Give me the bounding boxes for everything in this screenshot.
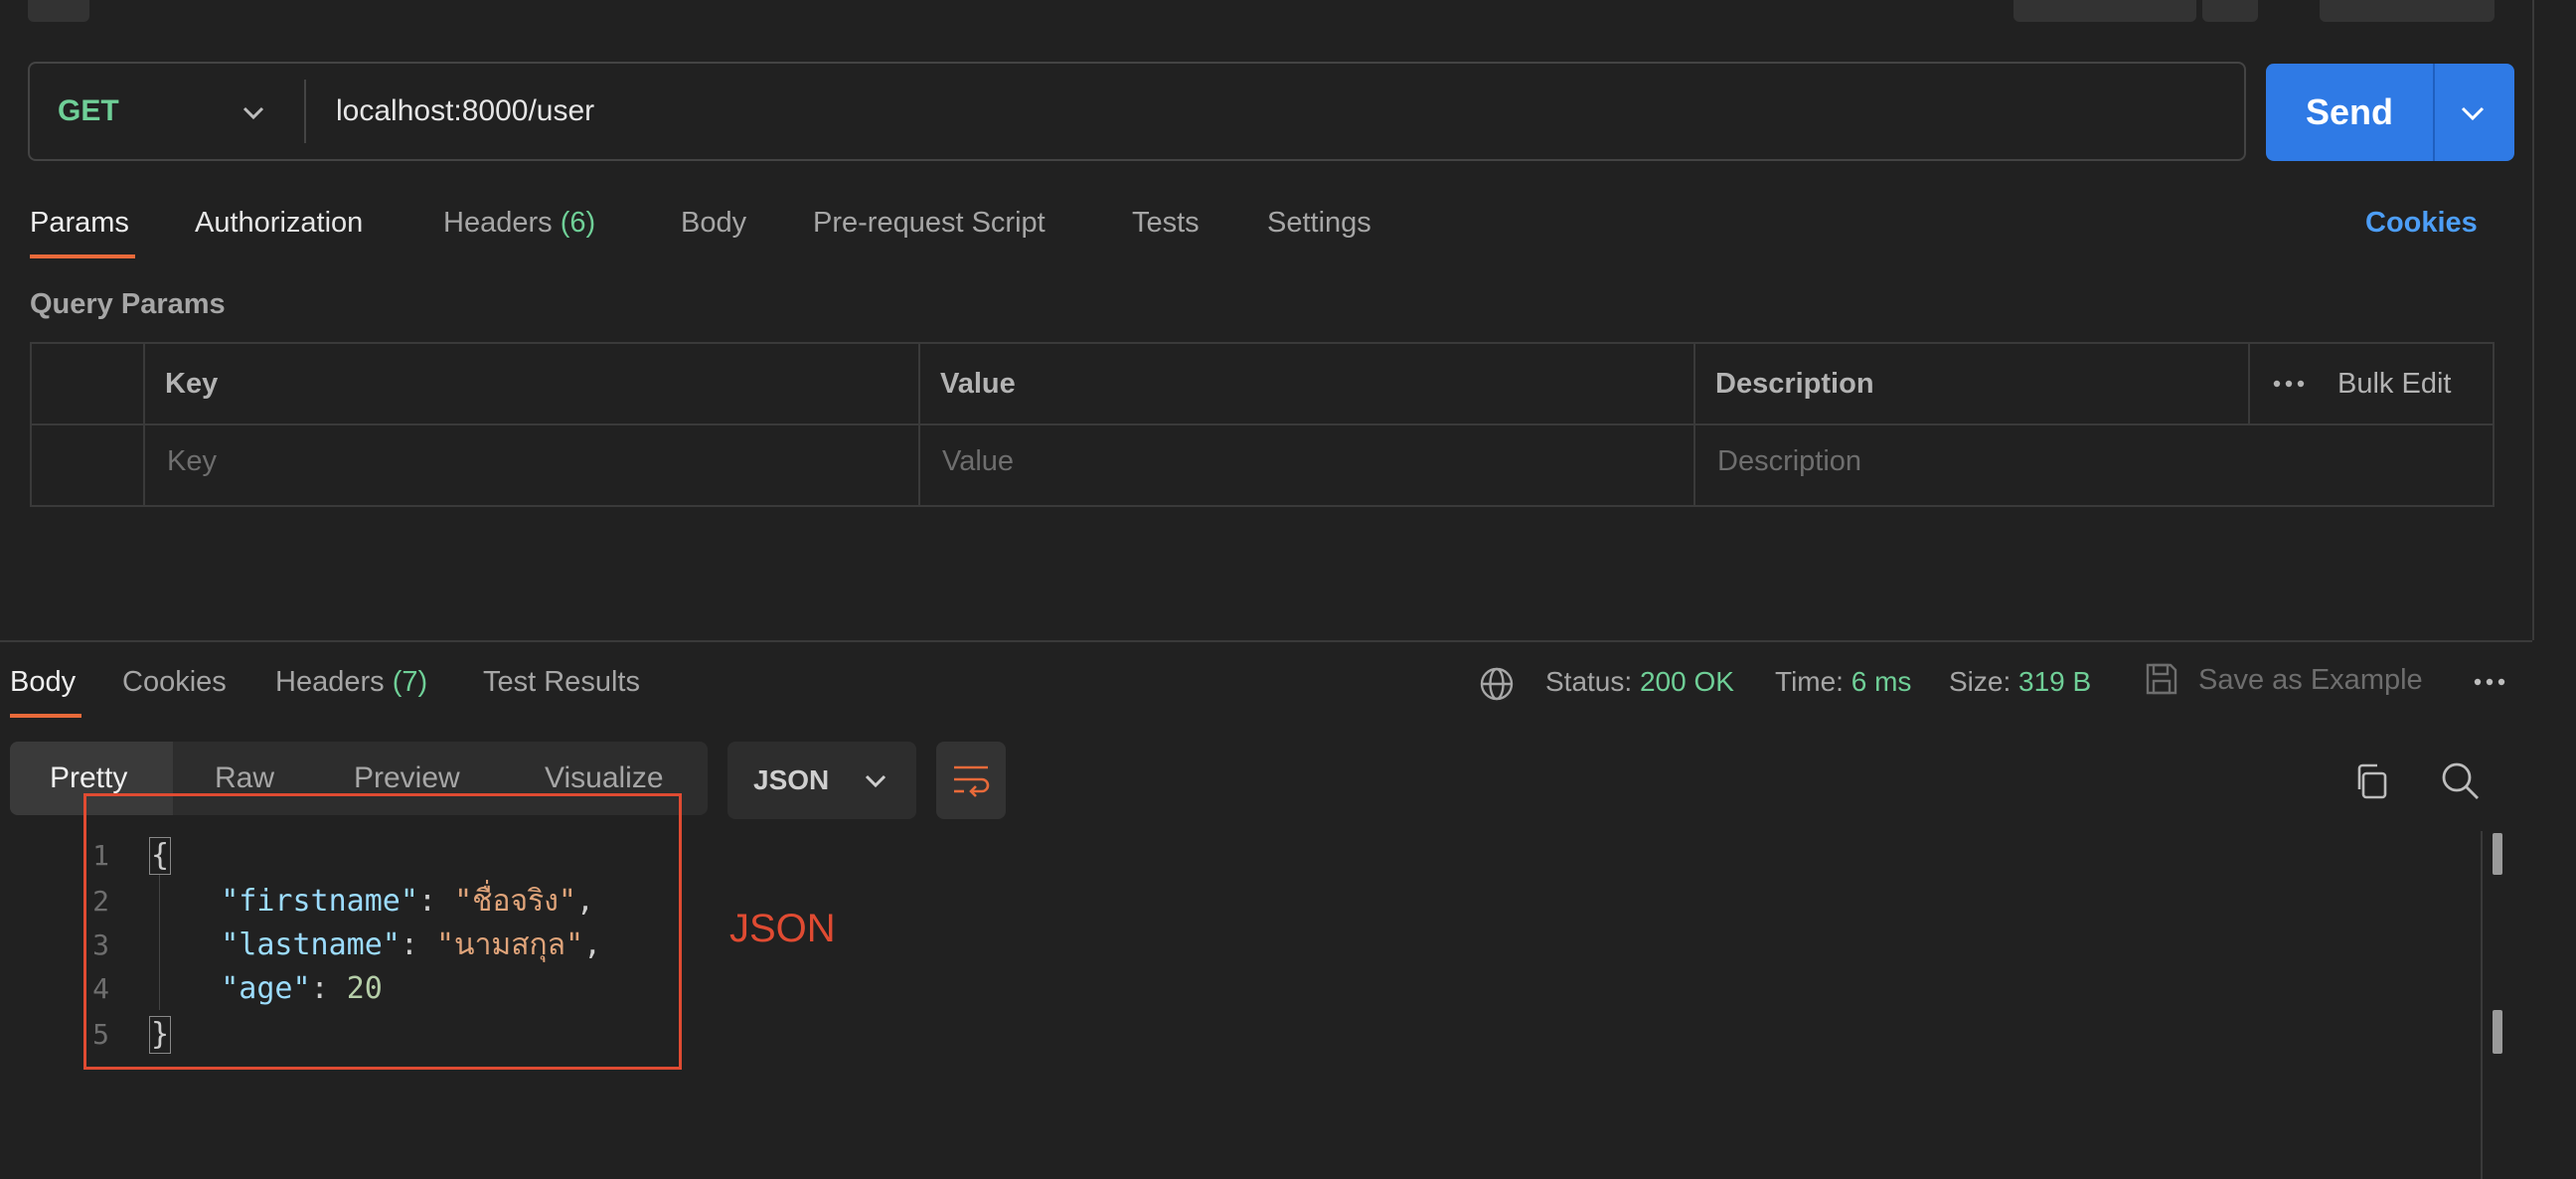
toolbar-stub xyxy=(2013,0,2196,22)
wrap-lines-button[interactable] xyxy=(936,742,1006,819)
pane-border xyxy=(2532,0,2534,640)
tab-label: Headers xyxy=(275,666,385,698)
size-value: 319 B xyxy=(2018,666,2092,697)
chevron-down-icon[interactable] xyxy=(239,97,268,127)
search-icon[interactable] xyxy=(2439,759,2481,801)
tab-label: Headers xyxy=(443,207,553,239)
tab-count: (6) xyxy=(560,207,596,239)
table-divider xyxy=(1693,344,1695,505)
tab-label: Settings xyxy=(1267,207,1371,239)
save-icon[interactable] xyxy=(2143,660,2180,698)
format-value: JSON xyxy=(753,764,830,795)
globe-icon[interactable] xyxy=(1479,666,1515,702)
tab-authorization[interactable]: Authorization xyxy=(195,203,363,243)
tab-label: Test Results xyxy=(483,666,640,698)
table-divider xyxy=(32,423,2493,425)
tab-pre-request-script[interactable]: Pre-request Script xyxy=(813,203,1046,243)
toolbar-stub xyxy=(2202,0,2258,22)
tab-tests[interactable]: Tests xyxy=(1132,203,1200,243)
status-readout[interactable]: Status: 200 OK xyxy=(1545,662,1734,702)
tab-active-indicator xyxy=(10,714,81,718)
annotation-highlight-box xyxy=(83,793,682,1070)
time-label: Time: xyxy=(1775,666,1844,697)
tab-label: Body xyxy=(10,666,77,698)
tab-count: (7) xyxy=(392,666,428,698)
column-header-key: Key xyxy=(165,368,219,400)
column-header-description: Description xyxy=(1715,368,1874,400)
send-button[interactable]: Send xyxy=(2266,64,2514,161)
tab-label: Tests xyxy=(1132,207,1200,239)
format-select[interactable]: JSON xyxy=(727,742,916,819)
table-divider xyxy=(2248,344,2250,423)
response-tab-test-results[interactable]: Test Results xyxy=(483,662,640,702)
send-button-label: Send xyxy=(2305,91,2393,132)
tab-label: Cookies xyxy=(122,666,227,698)
pane-divider[interactable] xyxy=(0,640,2532,642)
size-readout[interactable]: Size: 319 B xyxy=(1949,662,2091,702)
scrollbar-track[interactable] xyxy=(2481,831,2483,1179)
description-input[interactable]: Description xyxy=(1717,441,1861,481)
request-url-bar: GET localhost:8000/user xyxy=(28,62,2246,161)
copy-icon[interactable] xyxy=(2351,761,2391,801)
table-divider xyxy=(918,344,920,505)
url-input[interactable]: localhost:8000/user xyxy=(336,64,594,159)
section-title: Query Params xyxy=(30,288,226,320)
tab-params[interactable]: Params xyxy=(30,203,129,243)
response-tab-headers[interactable]: Headers (7) xyxy=(275,662,427,702)
tab-headers[interactable]: Headers (6) xyxy=(443,203,595,243)
tab-label: Pre-request Script xyxy=(813,207,1046,239)
tab-label: Authorization xyxy=(195,207,364,239)
scrollbar-thumb[interactable] xyxy=(2493,833,2502,875)
size-label: Size: xyxy=(1949,666,2012,697)
toolbar-stub xyxy=(28,0,89,22)
method-select[interactable]: GET xyxy=(58,64,119,159)
status-label: Status: xyxy=(1545,666,1633,697)
time-value: 6 ms xyxy=(1851,666,1912,697)
chevron-down-icon[interactable] xyxy=(2455,95,2491,131)
tab-label: Params xyxy=(30,207,129,239)
bulk-edit-button[interactable]: Bulk Edit xyxy=(2337,364,2451,404)
response-tab-body[interactable]: Body xyxy=(10,662,76,702)
more-options-icon[interactable] xyxy=(2272,374,2306,394)
tab-body[interactable]: Body xyxy=(681,203,746,243)
wrap-lines-icon xyxy=(954,765,990,797)
toolbar-stub xyxy=(2320,0,2495,22)
tab-settings[interactable]: Settings xyxy=(1267,203,1371,243)
table-divider xyxy=(143,344,145,505)
scrollbar-thumb[interactable] xyxy=(2493,1010,2502,1054)
query-params-table: Key Value Description Bulk Edit Key Valu… xyxy=(30,342,2495,507)
status-value: 200 OK xyxy=(1639,666,1734,697)
column-header-value: Value xyxy=(940,368,1016,400)
value-input[interactable]: Value xyxy=(942,441,1014,481)
cookies-link[interactable]: Cookies xyxy=(2365,203,2478,243)
save-as-example-button[interactable]: Save as Example xyxy=(2198,660,2423,700)
key-input[interactable]: Key xyxy=(167,441,217,481)
divider xyxy=(304,80,306,143)
time-readout[interactable]: Time: 6 ms xyxy=(1775,662,1911,702)
annotation-label: JSON xyxy=(729,907,836,950)
divider xyxy=(2433,64,2435,161)
chevron-down-icon xyxy=(865,774,886,788)
more-options-icon[interactable] xyxy=(2473,672,2506,692)
response-tab-cookies[interactable]: Cookies xyxy=(122,662,227,702)
tab-label: Body xyxy=(681,207,747,239)
tab-active-indicator xyxy=(30,254,135,258)
